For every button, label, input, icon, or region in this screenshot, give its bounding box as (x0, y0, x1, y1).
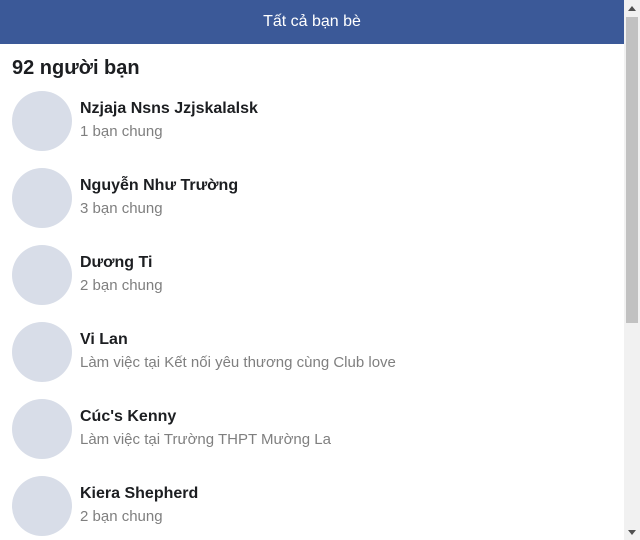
friends-content: 92 người bạn Nzjaja Nsns Jzjskalalsk 1 b… (0, 44, 624, 540)
friend-subtitle: 1 bạn chung (80, 123, 163, 140)
vertical-scrollbar[interactable] (624, 0, 640, 540)
friend-subtitle: 3 bạn chung (80, 200, 163, 217)
avatar[interactable] (12, 399, 72, 459)
friend-subtitle: 2 bạn chung (80, 508, 163, 525)
avatar[interactable] (12, 245, 72, 305)
friend-name[interactable]: Dương Ti (80, 254, 152, 272)
scroll-up-button[interactable] (624, 0, 640, 16)
scrollbar-thumb[interactable] (626, 17, 638, 323)
friend-row[interactable]: Dương Ti 2 bạn chung (0, 244, 624, 321)
avatar[interactable] (12, 322, 72, 382)
friend-row[interactable]: Cúc's Kenny Làm việc tại Trường THPT Mườ… (0, 398, 624, 475)
avatar[interactable] (12, 91, 72, 151)
avatar[interactable] (12, 476, 72, 536)
friend-subtitle: Làm việc tại Trường THPT Mường La (80, 431, 331, 448)
friend-name[interactable]: Kiera Shepherd (80, 485, 198, 503)
triangle-up-icon (628, 5, 636, 11)
friend-list: Nzjaja Nsns Jzjskalalsk 1 bạn chung Nguy… (0, 90, 624, 540)
friend-row[interactable]: Nguyễn Như Trường 3 bạn chung (0, 167, 624, 244)
friend-name[interactable]: Cúc's Kenny (80, 408, 176, 426)
friend-subtitle: 2 bạn chung (80, 277, 163, 294)
friend-name[interactable]: Nguyễn Như Trường (80, 177, 238, 195)
friend-name[interactable]: Vi Lan (80, 331, 128, 349)
friend-name[interactable]: Nzjaja Nsns Jzjskalalsk (80, 100, 258, 118)
friend-row[interactable]: Vi Lan Làm việc tại Kết nối yêu thương c… (0, 321, 624, 398)
friends-count: 92 người bạn (12, 57, 140, 79)
friend-row[interactable]: Kiera Shepherd 2 bạn chung (0, 475, 624, 540)
page-title: Tất cả bạn bè (263, 13, 361, 30)
scroll-down-button[interactable] (624, 524, 640, 540)
avatar[interactable] (12, 168, 72, 228)
friend-subtitle: Làm việc tại Kết nối yêu thương cùng Clu… (80, 354, 396, 371)
friend-row[interactable]: Nzjaja Nsns Jzjskalalsk 1 bạn chung (0, 90, 624, 167)
triangle-down-icon (628, 529, 636, 535)
top-bar: Tất cả bạn bè (0, 0, 624, 44)
